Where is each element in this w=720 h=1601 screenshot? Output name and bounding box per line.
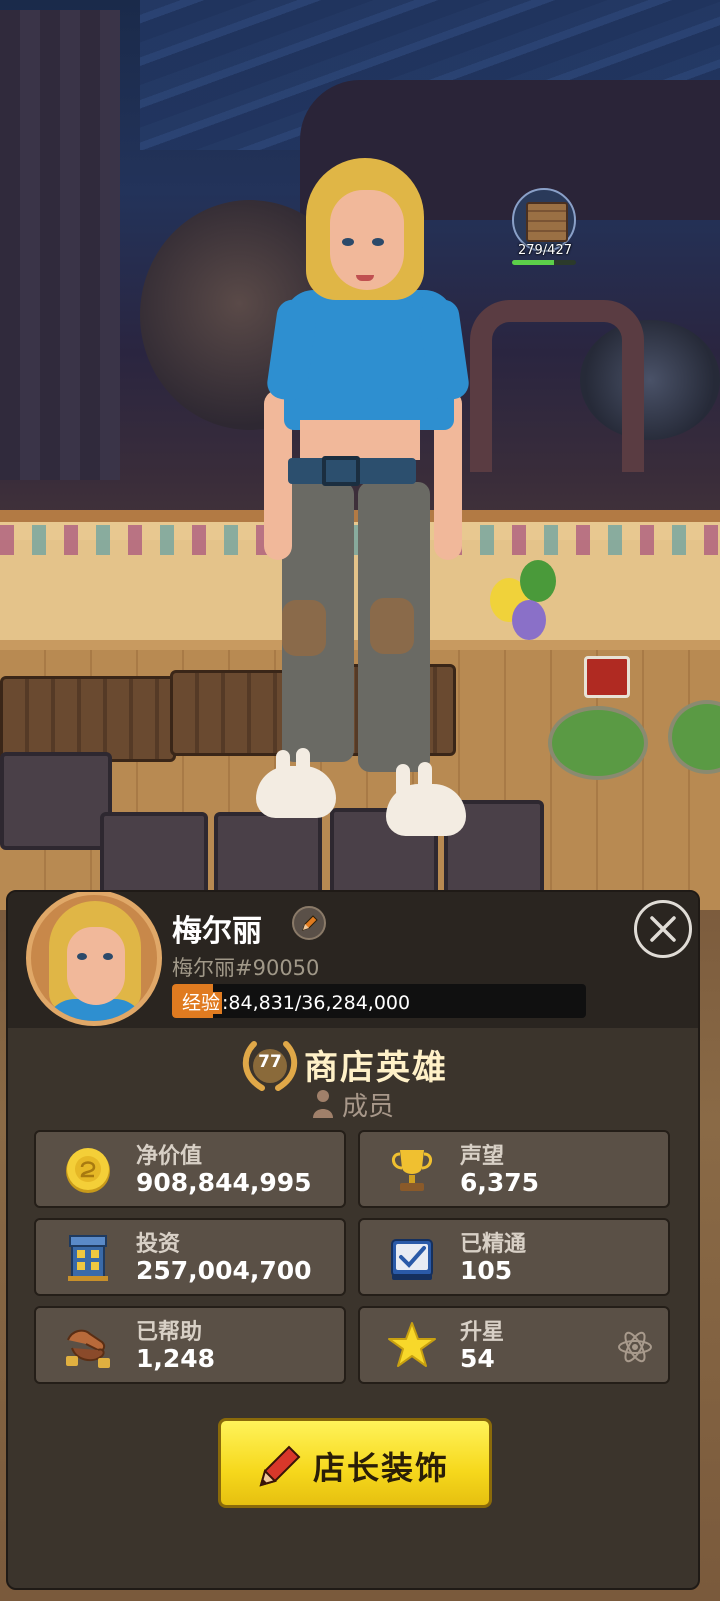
trophy-icon — [392, 1150, 432, 1191]
stat-label: 已帮助 — [136, 1320, 203, 1345]
stat-net-worth[interactable]: 净价值 908,844,995 — [34, 1130, 346, 1208]
bunny-slipper — [386, 784, 466, 836]
resource-progress-bar — [512, 260, 576, 265]
profile-header: 梅尔丽 梅尔丽#90050 经验:84,831/36,284,000 — [8, 892, 698, 1028]
shopkeeper-character[interactable] — [0, 0, 720, 900]
pencil-icon — [302, 915, 318, 931]
stat-investment[interactable]: 投资 257,004,700 — [34, 1218, 346, 1296]
character-midriff — [300, 420, 420, 460]
stat-helped[interactable]: 已帮助 1,248 — [34, 1306, 346, 1384]
stat-label: 声望 — [460, 1144, 505, 1169]
player-id: 梅尔丽#90050 — [172, 956, 320, 980]
shopkeeper-decor-button[interactable]: 店长装饰 — [218, 1418, 492, 1508]
xp-bar: 经验:84,831/36,284,000 — [172, 984, 586, 1018]
profile-panel: 梅尔丽 梅尔丽#90050 经验:84,831/36,284,000 77 商店… — [6, 890, 700, 1590]
role-label: 成员 — [342, 1092, 395, 1122]
stat-value: 105 — [460, 1256, 513, 1285]
stat-value: 908,844,995 — [136, 1168, 312, 1197]
stat-star-upgrades[interactable]: 升星 54 — [358, 1306, 670, 1384]
belt-buckle — [322, 456, 360, 486]
character-eye — [372, 238, 384, 246]
building-icon — [68, 1235, 108, 1281]
knee-pad — [370, 598, 414, 654]
xp-label: 经验 — [180, 992, 223, 1014]
rank-title: 商店英雄 — [304, 1048, 448, 1088]
stat-label: 净价值 — [136, 1144, 203, 1169]
character-eye — [342, 238, 354, 246]
star-icon — [388, 1322, 436, 1367]
mastery-book-icon — [391, 1239, 433, 1280]
xp-text: 经验:84,831/36,284,000 — [180, 988, 410, 1015]
gold-coin-icon — [66, 1148, 110, 1193]
stat-label: 投资 — [136, 1232, 181, 1257]
stat-value: 54 — [460, 1344, 495, 1373]
atom-icon[interactable] — [616, 1328, 654, 1366]
knee-pad — [282, 600, 326, 656]
stat-mastered[interactable]: 已精通 105 — [358, 1218, 670, 1296]
edit-name-button[interactable] — [292, 906, 326, 940]
pencil-icon — [259, 1445, 301, 1487]
stat-label: 升星 — [460, 1320, 505, 1345]
avatar — [26, 892, 162, 1026]
stat-value: 257,004,700 — [136, 1256, 312, 1285]
handshake-icon — [66, 1329, 110, 1368]
bunny-slipper — [256, 766, 336, 818]
decor-button-label: 店长装饰 — [313, 1449, 450, 1487]
stat-prestige[interactable]: 声望 6,375 — [358, 1130, 670, 1208]
player-name: 梅尔丽 — [172, 914, 262, 949]
member-icon — [313, 1090, 333, 1118]
rank-number: 77 — [258, 1052, 282, 1072]
resource-count: 279/427 — [517, 243, 572, 258]
close-button[interactable] — [634, 900, 692, 958]
stat-label: 已精通 — [460, 1232, 527, 1257]
stat-value: 6,375 — [460, 1168, 540, 1197]
xp-value: :84,831/36,284,000 — [222, 992, 411, 1014]
stat-value: 1,248 — [136, 1344, 216, 1373]
close-icon — [650, 916, 676, 942]
